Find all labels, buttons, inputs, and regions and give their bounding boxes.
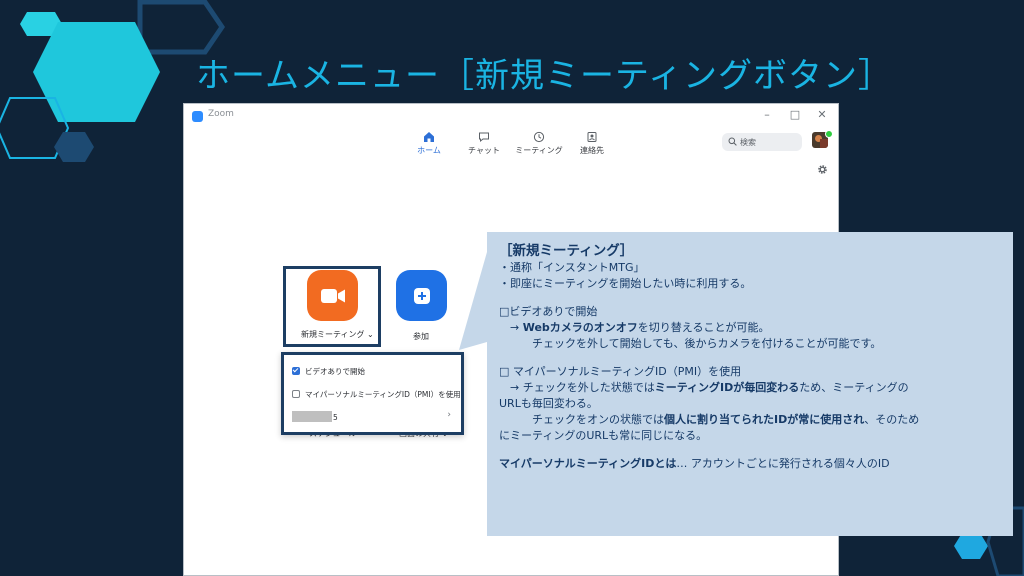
slide-title: ホームメニュー［新規ミーティングボタン］ — [196, 56, 893, 96]
callout-title: ［新規ミーティング］ — [499, 243, 634, 259]
video-on-option[interactable]: ビデオありで開始 — [292, 366, 365, 377]
chevron-right-icon[interactable]: › — [447, 410, 451, 420]
video-on-checkbox[interactable] — [292, 367, 300, 375]
tab-contacts-label: 連絡先 — [580, 146, 604, 155]
callout-line: マイパーソナルミーティングIDとは… アカウントごとに発行される個々人のID — [499, 457, 890, 470]
tab-home[interactable]: ホーム — [399, 131, 459, 156]
maximize-button[interactable]: □ — [788, 108, 802, 121]
search-input[interactable]: 検索 — [722, 133, 802, 151]
minimize-button[interactable]: – — [760, 108, 774, 121]
search-placeholder: 検索 — [740, 138, 756, 147]
new-meeting-label[interactable]: 新規ミーティング ⌄ — [301, 329, 374, 340]
callout-line: ・通称「インスタントMTG」 — [499, 261, 645, 274]
callout-line: にミーティングのURLも常に同じになる。 — [499, 429, 708, 442]
callout-line: □ マイパーソナルミーティングID（PMI）を使用 — [499, 365, 742, 378]
tab-home-label: ホーム — [417, 146, 441, 155]
contacts-icon — [587, 132, 597, 142]
video-on-label: ビデオありで開始 — [305, 367, 365, 376]
plus-icon — [413, 287, 430, 304]
window-title: Zoom — [208, 109, 234, 119]
search-icon — [728, 137, 737, 146]
online-status-dot — [825, 130, 833, 138]
redacted-pmi — [292, 411, 332, 422]
close-button[interactable]: ✕ — [815, 108, 829, 121]
pmi-checkbox[interactable] — [292, 390, 300, 398]
callout-line: → Webカメラのオンオフを切り替えることが可能。 — [499, 321, 770, 334]
tab-chat-label: チャット — [468, 146, 500, 155]
chat-icon — [479, 132, 489, 143]
pmi-id-row[interactable]: 5 — [292, 411, 338, 422]
gear-icon[interactable] — [817, 164, 828, 175]
callout-line: チェックをオンの状態では個人に割り当てられたIDが常に使用され、そのため — [499, 413, 920, 426]
home-icon — [424, 132, 434, 142]
new-meeting-dropdown: ビデオありで開始 マイパーソナルミーティングID（PMI）を使用 5 › — [281, 352, 464, 435]
title-bar: Zoom – □ ✕ — [184, 104, 838, 128]
zoom-app-icon — [192, 111, 203, 122]
callout-line: URLも毎回変わる。 — [499, 397, 598, 410]
tab-contacts[interactable]: 連絡先 — [562, 131, 622, 156]
pmi-label: マイパーソナルミーティングID（PMI）を使用 — [305, 390, 461, 399]
callout-line: □ビデオありで開始 — [499, 305, 598, 318]
tab-meeting-label: ミーティング — [515, 146, 563, 155]
callout-line: ・即座にミーティングを開始したい時に利用する。 — [499, 277, 752, 290]
clock-icon — [533, 131, 545, 143]
callout-line: → チェックを外した状態ではミーティングIDが毎回変わるため、ミーティングの — [499, 381, 909, 394]
join-label[interactable]: 参加 — [413, 331, 429, 342]
tab-meeting[interactable]: ミーティング — [509, 131, 569, 156]
pmi-option[interactable]: マイパーソナルミーティングID（PMI）を使用 — [292, 389, 461, 400]
callout-box: ［新規ミーティング］ ・通称「インスタントMTG」 ・即座にミーティングを開始し… — [487, 232, 1013, 536]
new-meeting-button[interactable] — [307, 270, 358, 321]
callout-line: チェックを外して開始しても、後からカメラを付けることが可能です。 — [499, 337, 882, 350]
pmi-suffix: 5 — [333, 413, 338, 422]
join-button[interactable] — [396, 270, 447, 321]
tab-chat[interactable]: チャット — [454, 131, 514, 156]
video-camera-icon — [320, 288, 345, 303]
